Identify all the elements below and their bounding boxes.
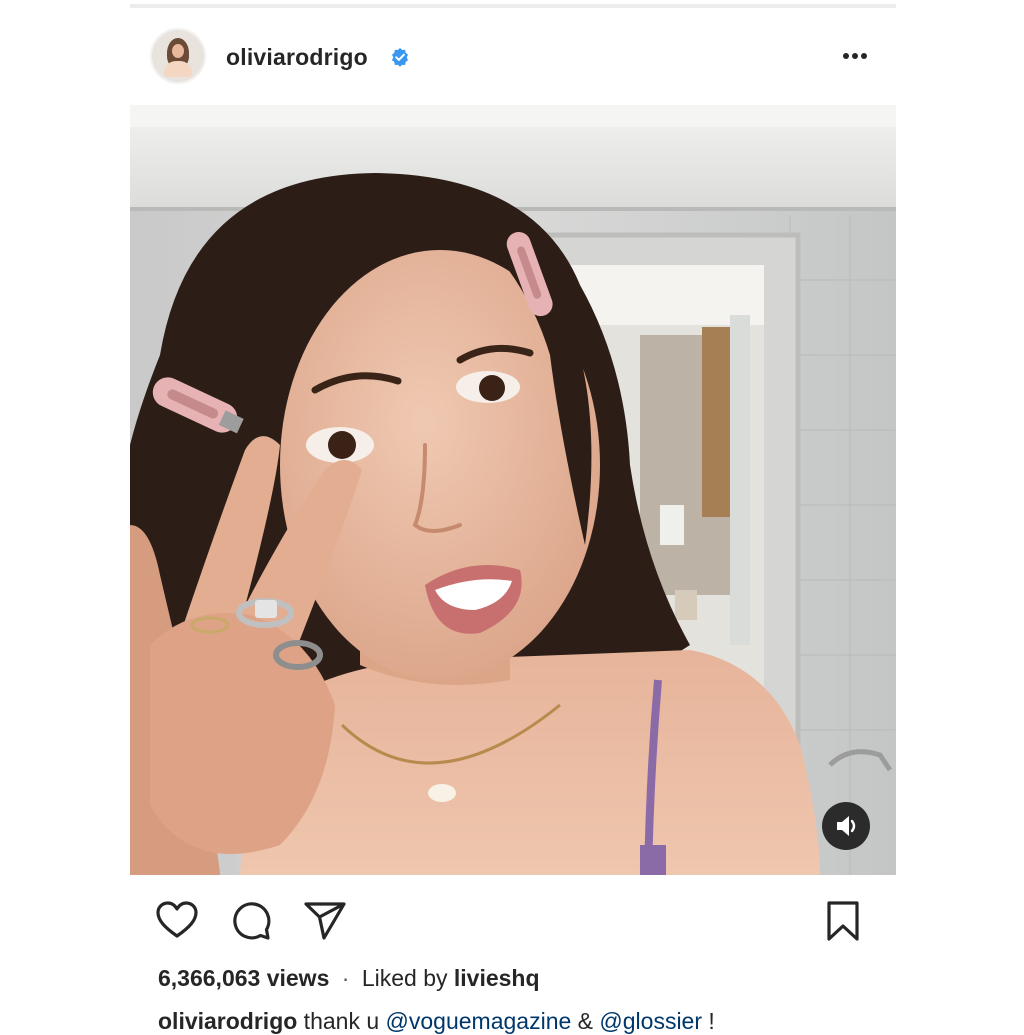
caption-joiner: & — [571, 1008, 600, 1034]
caption-tail: ! — [702, 1008, 715, 1034]
avatar[interactable] — [150, 28, 206, 84]
separator-dot: · — [341, 965, 350, 991]
caption-mention-vogue[interactable]: @voguemagazine — [386, 1008, 572, 1034]
post-video[interactable] — [130, 105, 896, 875]
comment-icon[interactable] — [228, 898, 274, 944]
top-divider — [130, 4, 896, 8]
post-username[interactable]: oliviarodrigo — [226, 44, 368, 71]
more-horizontal-icon[interactable] — [838, 42, 872, 70]
bookmark-icon[interactable] — [820, 898, 866, 944]
post-header: oliviarodrigo — [130, 20, 896, 92]
caption-text: thank u — [297, 1008, 386, 1034]
sound-toggle-button[interactable] — [822, 802, 870, 850]
action-bar — [130, 890, 896, 950]
paper-plane-icon[interactable] — [302, 898, 348, 944]
post-stats: 6,366,063 views · Liked by livieshq — [158, 965, 540, 992]
verified-badge-icon — [392, 48, 408, 67]
caption-username[interactable]: oliviarodrigo — [158, 1008, 297, 1034]
caption-mention-glossier[interactable]: @glossier — [599, 1008, 702, 1034]
speaker-icon — [837, 816, 856, 836]
liked-by-prefix: Liked by — [361, 965, 454, 991]
post-caption: oliviarodrigo thank u @voguemagazine & @… — [158, 1008, 715, 1035]
view-count: 6,366,063 views — [158, 965, 330, 991]
heart-icon[interactable] — [154, 898, 200, 944]
liked-by-user[interactable]: livieshq — [454, 965, 540, 991]
video-frame-image — [130, 105, 896, 875]
